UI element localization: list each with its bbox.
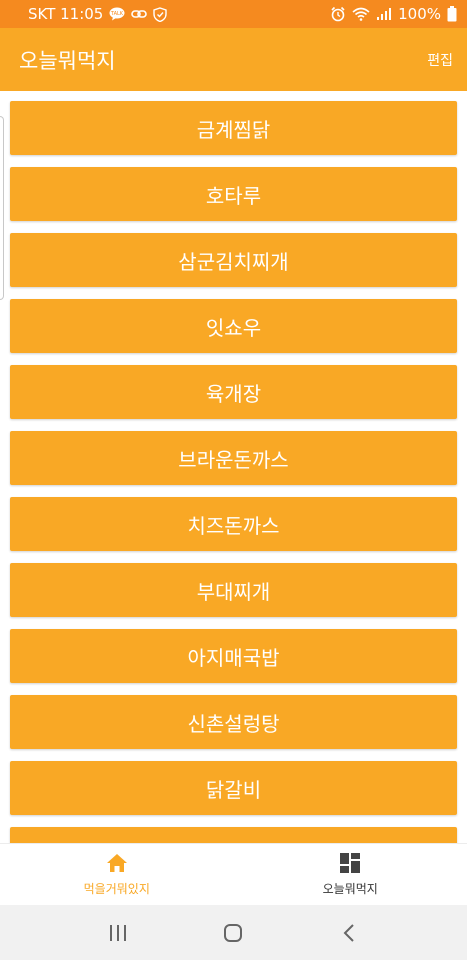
alarm-icon	[330, 6, 346, 22]
talk-icon: TALK	[109, 7, 125, 21]
nav-item-home[interactable]: 먹을거뭐있지	[0, 844, 234, 905]
edit-button[interactable]: 편집	[427, 50, 453, 70]
link-icon	[131, 9, 148, 19]
system-nav-bar	[0, 905, 467, 960]
nav-label-today: 오늘뭐먹지	[322, 881, 378, 896]
battery-percent: 100%	[398, 5, 441, 23]
app-bar: 오늘뭐먹지 편집	[0, 28, 467, 91]
home-button[interactable]	[213, 913, 253, 953]
menu-list[interactable]: 금계찜닭 호타루 삼군김치찌개 잇쇼우 육개장 브라운돈까스 치즈돈까스 부대찌…	[0, 91, 467, 843]
wifi-icon	[352, 7, 370, 21]
bottom-nav: 먹을거뭐있지 오늘뭐먹지	[0, 843, 467, 905]
signal-icon	[376, 7, 392, 21]
carrier-time: SKT 11:05	[28, 5, 104, 23]
menu-item[interactable]	[10, 827, 457, 843]
nav-item-today[interactable]: 오늘뭐먹지	[234, 844, 467, 905]
home-icon	[106, 853, 128, 876]
menu-item[interactable]: 치즈돈까스	[10, 497, 457, 551]
back-icon	[343, 923, 354, 942]
menu-item[interactable]: 삼군김치찌개	[10, 233, 457, 287]
edge-panel-handle[interactable]	[0, 116, 4, 300]
menu-item[interactable]: 브라운돈까스	[10, 431, 457, 485]
home-circle-icon	[224, 923, 243, 942]
nav-label-home: 먹을거뭐있지	[83, 881, 150, 896]
recent-apps-icon	[109, 924, 126, 941]
status-right: 100%	[330, 5, 457, 23]
menu-item[interactable]: 신촌설렁탕	[10, 695, 457, 749]
menu-item[interactable]: 잇쇼우	[10, 299, 457, 353]
status-left: SKT 11:05 TALK	[28, 5, 168, 23]
status-bar: SKT 11:05 TALK 100%	[0, 0, 467, 28]
battery-icon	[447, 6, 457, 22]
menu-item[interactable]: 호타루	[10, 167, 457, 221]
back-button[interactable]	[329, 913, 369, 953]
shield-icon	[153, 6, 168, 22]
menu-item[interactable]: 육개장	[10, 365, 457, 419]
menu-item[interactable]: 부대찌개	[10, 563, 457, 617]
menu-item[interactable]: 금계찜닭	[10, 101, 457, 155]
svg-text:TALK: TALK	[110, 11, 124, 17]
recent-apps-button[interactable]	[98, 913, 138, 953]
app-title: 오늘뭐먹지	[19, 48, 116, 73]
menu-item[interactable]: 아지매국밥	[10, 629, 457, 683]
menu-item[interactable]: 닭갈비	[10, 761, 457, 815]
dashboard-icon	[340, 852, 361, 876]
